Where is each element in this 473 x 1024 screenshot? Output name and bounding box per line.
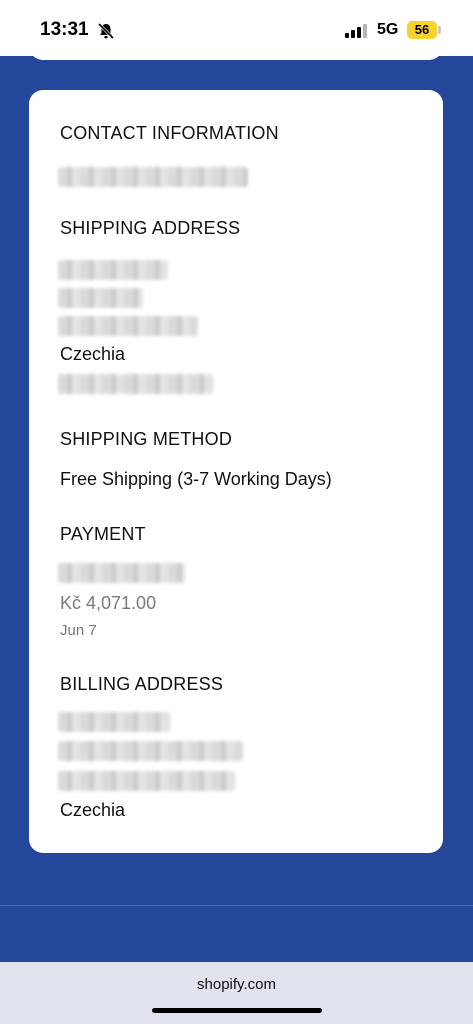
- browser-bottom-bar[interactable]: [0, 962, 473, 1024]
- shipping-street-redacted: [58, 288, 143, 308]
- status-time: 13:31: [40, 19, 89, 40]
- shipping-method-value: Free Shipping (3-7 Working Days): [60, 469, 332, 489]
- payment-date: Jun 7: [60, 622, 97, 639]
- payment-card-redacted: [58, 563, 185, 583]
- network-label: 5G: [377, 21, 399, 38]
- billing-name-redacted: [58, 712, 170, 732]
- payment-heading: PAYMENT: [60, 524, 146, 544]
- shipping-name-redacted: [58, 260, 168, 280]
- footer-divider: [0, 905, 473, 906]
- battery-icon: 56: [407, 21, 437, 39]
- shipping-country: Czechia: [60, 344, 126, 364]
- shipping-phone-redacted: [58, 374, 213, 394]
- previous-card-edge: [29, 40, 443, 60]
- order-details-card: CONTACT INFORMATION SHIPPING ADDRESS Cze…: [29, 90, 443, 853]
- cellular-signal-icon: [345, 24, 367, 38]
- shipping-method-heading: SHIPPING METHOD: [60, 429, 233, 449]
- billing-country: Czechia: [60, 800, 126, 820]
- billing-address-heading: BILLING ADDRESS: [60, 674, 224, 694]
- payment-amount: Kč 4,071.00: [60, 593, 157, 613]
- contact-information-heading: CONTACT INFORMATION: [60, 123, 279, 143]
- bell-slash-icon: [97, 22, 115, 40]
- home-indicator[interactable]: [152, 1008, 322, 1013]
- contact-email-redacted: [58, 167, 248, 187]
- shipping-city-redacted: [58, 316, 198, 336]
- billing-street-redacted: [58, 741, 243, 761]
- billing-city-redacted: [58, 771, 235, 791]
- shipping-address-heading: SHIPPING ADDRESS: [60, 218, 241, 238]
- battery-tip: [438, 26, 441, 34]
- address-bar-domain[interactable]: shopify.com: [0, 976, 473, 993]
